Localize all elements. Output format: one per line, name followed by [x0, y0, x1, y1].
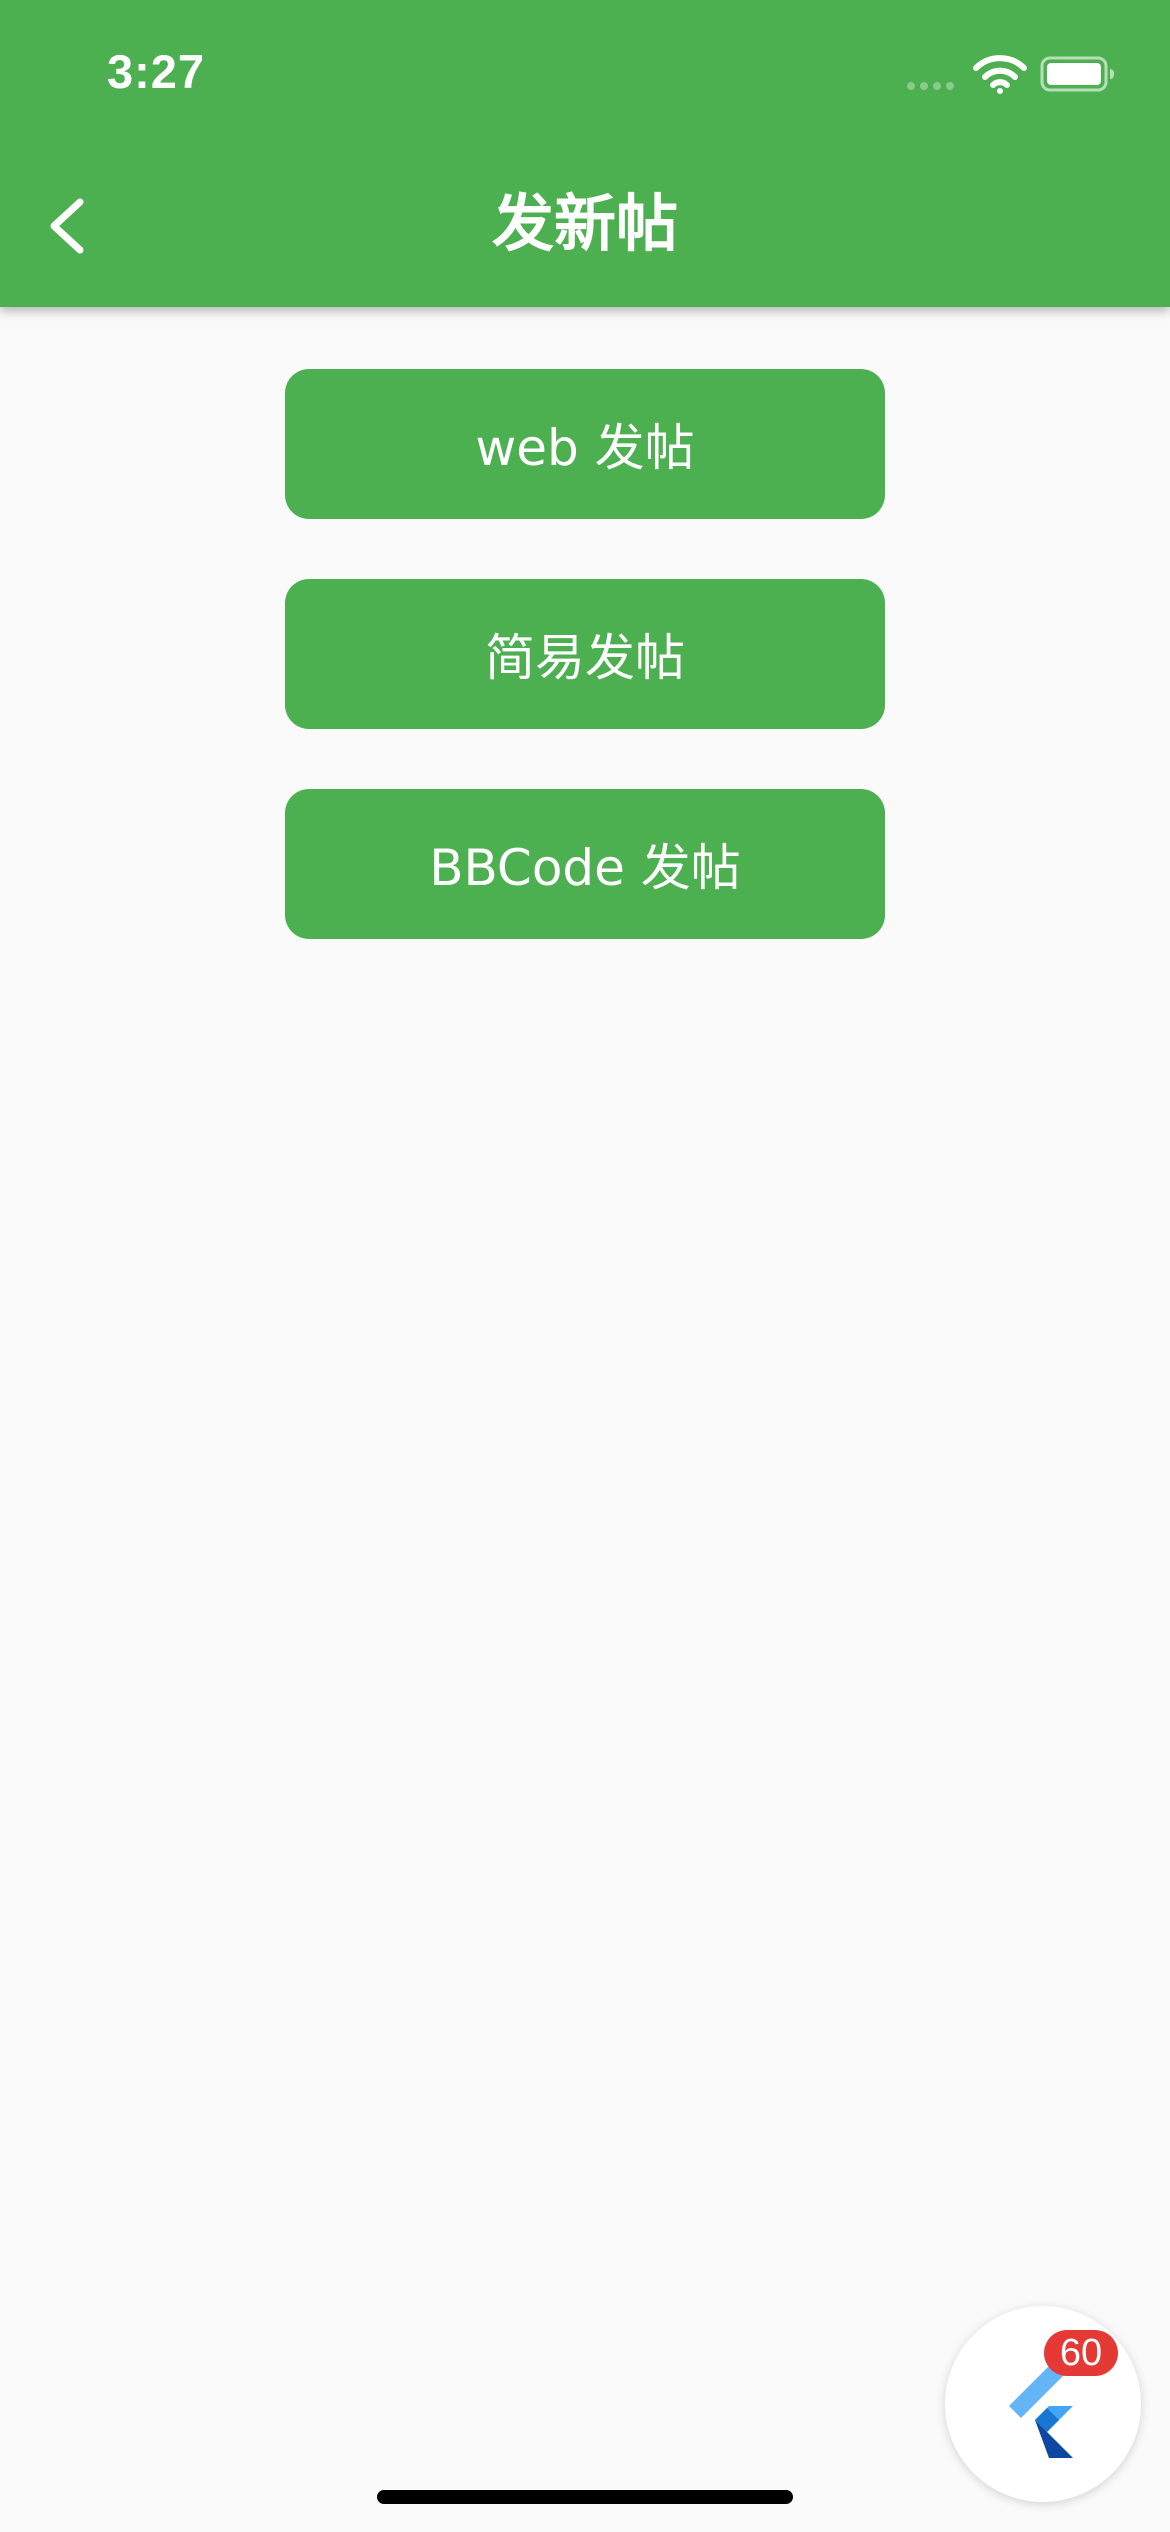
app-bar: 3:27 发新帖	[0, 0, 1170, 307]
home-indicator	[377, 2490, 793, 2504]
debug-floating-button[interactable]: 60	[945, 2306, 1141, 2502]
cellular-signal-icon	[907, 82, 954, 90]
web-post-button[interactable]: web 发帖	[285, 369, 885, 519]
battery-icon	[1040, 56, 1114, 92]
page-title: 发新帖	[491, 187, 678, 260]
flutter-logo-icon	[1009, 2366, 1073, 2458]
simple-post-button[interactable]: 简易发帖	[285, 579, 885, 729]
bbcode-post-button[interactable]: BBCode 发帖	[285, 789, 885, 939]
status-time: 3:27	[107, 45, 206, 98]
wifi-icon	[973, 55, 1027, 94]
simple-post-label: 简易发帖	[485, 629, 685, 687]
web-post-label: web 发帖	[475, 419, 695, 477]
bbcode-post-label: BBCode 发帖	[429, 839, 741, 897]
notification-badge: 60	[1044, 2330, 1118, 2376]
